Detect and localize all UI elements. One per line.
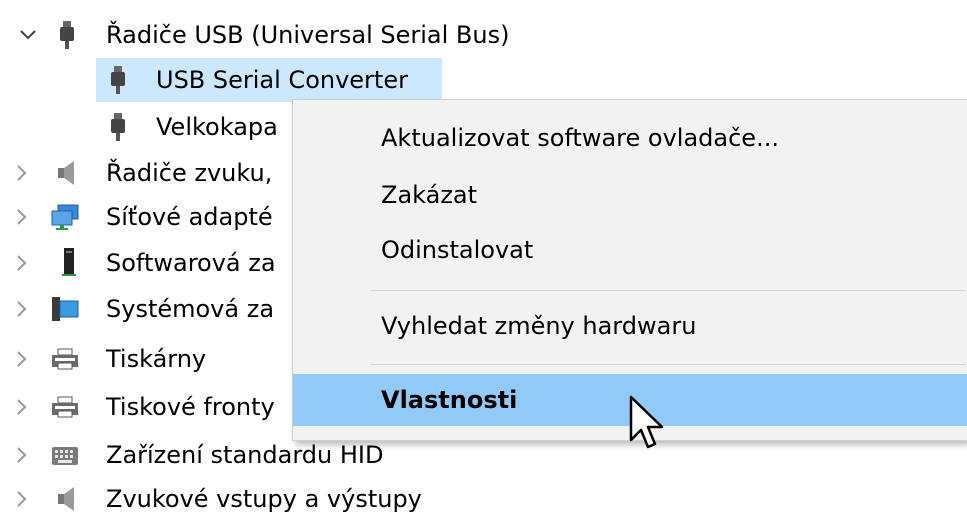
tree-item-label: USB Serial Converter: [156, 66, 408, 94]
tree-item-label: Zvukové vstupy a výstupy: [106, 485, 422, 513]
tree-item-audio-inputs-outputs[interactable]: Zvukové vstupy a výstupy: [0, 476, 600, 522]
printer-icon: [50, 345, 80, 375]
usb-plug-icon: [103, 65, 133, 95]
menu-item-label: Vyhledat změny hardwaru: [381, 312, 697, 340]
menu-item-uninstall[interactable]: Odinstalovat: [293, 224, 967, 276]
mouse-pointer-icon: [629, 395, 664, 449]
menu-separator: [371, 364, 965, 365]
menu-item-label: Aktualizovat software ovladače...: [381, 124, 779, 152]
menu-item-label: Zakázat: [381, 181, 478, 209]
tree-item-label: Tiskové fronty: [106, 393, 275, 421]
tree-item-network-adapters[interactable]: Síťové adapté: [0, 194, 292, 240]
hid-keyboard-icon: [50, 440, 80, 470]
tree-item-label: Tiskárny: [106, 345, 207, 373]
speaker-icon: [52, 158, 82, 188]
chevron-right-icon[interactable]: [12, 253, 32, 273]
chevron-right-icon[interactable]: [12, 489, 32, 509]
chevron-right-icon[interactable]: [12, 445, 32, 465]
tree-item-system-devices[interactable]: Systémová za: [0, 286, 292, 332]
network-adapter-icon: [50, 202, 80, 232]
tree-item-label: Řadiče USB (Universal Serial Bus): [106, 21, 510, 49]
tree-item-label: Softwarová za: [106, 249, 276, 277]
menu-item-disable[interactable]: Zakázat: [293, 169, 967, 221]
tree-item-printers[interactable]: Tiskárny: [0, 336, 292, 382]
chevron-right-icon[interactable]: [12, 163, 32, 183]
context-menu: Aktualizovat software ovladače... Zakáza…: [292, 99, 967, 441]
menu-separator: [371, 290, 965, 291]
tree-item-label: Systémová za: [106, 295, 275, 323]
printer-icon: [50, 393, 80, 423]
chevron-right-icon[interactable]: [12, 349, 32, 369]
chevron-right-icon[interactable]: [12, 299, 32, 319]
tree-item-sound-controllers[interactable]: Řadiče zvuku,: [0, 150, 292, 196]
usb-plug-icon: [103, 112, 133, 142]
tree-item-usb-controllers[interactable]: Řadiče USB (Universal Serial Bus): [0, 12, 600, 58]
system-device-icon: [50, 294, 80, 324]
menu-item-label: Odinstalovat: [381, 236, 534, 264]
usb-plug-icon: [52, 20, 82, 50]
speaker-icon: [52, 484, 82, 514]
tree-item-label: Řadiče zvuku,: [106, 159, 273, 187]
software-device-icon: [54, 247, 84, 277]
tree-item-mass-storage[interactable]: Velkokapa: [0, 104, 292, 150]
tree-item-label: Síťové adapté: [106, 203, 273, 231]
chevron-right-icon[interactable]: [12, 397, 32, 417]
menu-item-label: Vlastnosti: [381, 386, 518, 414]
tree-item-label: Velkokapa: [156, 113, 278, 141]
tree-item-usb-serial-converter[interactable]: USB Serial Converter: [0, 57, 450, 103]
menu-item-scan-hardware[interactable]: Vyhledat změny hardwaru: [293, 300, 967, 352]
chevron-down-icon[interactable]: [18, 25, 38, 45]
chevron-right-icon[interactable]: [12, 207, 32, 227]
menu-item-update-driver[interactable]: Aktualizovat software ovladače...: [293, 112, 967, 164]
tree-item-software-devices[interactable]: Softwarová za: [0, 240, 292, 286]
tree-item-print-queues[interactable]: Tiskové fronty: [0, 384, 292, 430]
